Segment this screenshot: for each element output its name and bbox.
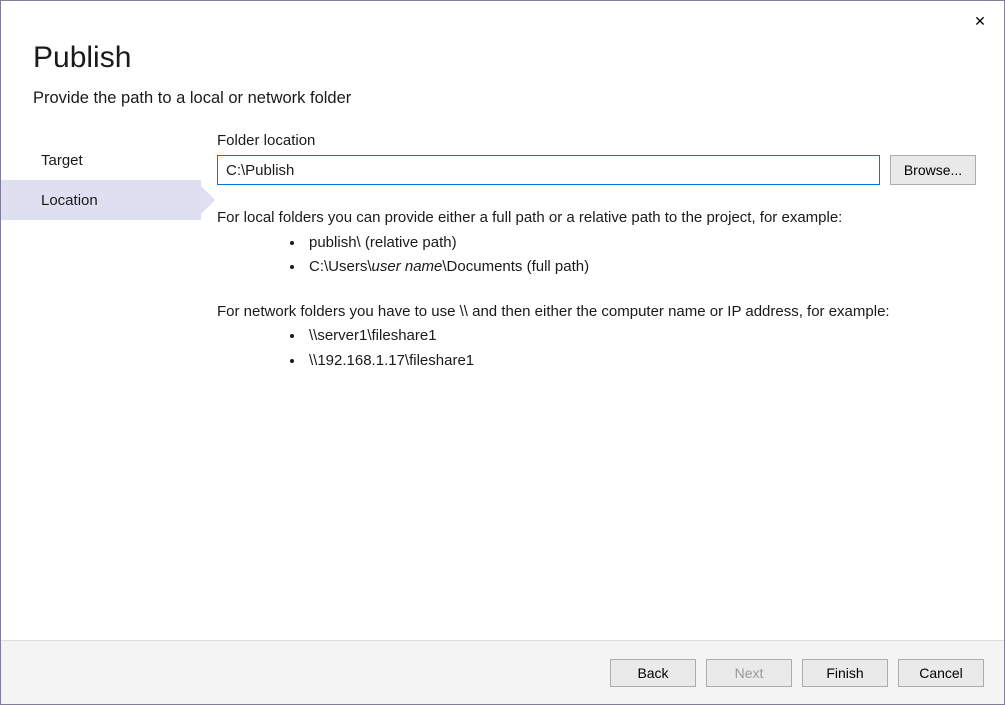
help-net-item: \\192.168.1.17\fileshare1	[305, 350, 976, 373]
cancel-button[interactable]: Cancel	[898, 659, 984, 687]
help-local-intro: For local folders you can provide either…	[217, 207, 976, 230]
sidebar-item-label: Target	[41, 152, 83, 169]
folder-location-label: Folder location	[217, 132, 976, 149]
browse-button[interactable]: Browse...	[890, 155, 976, 185]
next-button: Next	[706, 659, 792, 687]
help-net-list: \\server1\fileshare1 \\192.168.1.17\file…	[217, 325, 976, 372]
publish-dialog: ✕ Publish Provide the path to a local or…	[0, 0, 1005, 705]
dialog-footer: Back Next Finish Cancel	[1, 640, 1004, 704]
dialog-subtitle: Provide the path to a local or network f…	[33, 89, 972, 108]
sidebar-item-target[interactable]: Target	[1, 140, 201, 180]
help-net-intro: For network folders you have to use \\ a…	[217, 301, 976, 324]
close-button[interactable]: ✕	[966, 7, 994, 35]
dialog-body: Target Location Folder location Browse..…	[1, 126, 1004, 640]
help-net-item: \\server1\fileshare1	[305, 325, 976, 348]
help-local-item: C:\Users\user name\Documents (full path)	[305, 256, 976, 279]
wizard-sidebar: Target Location	[1, 126, 201, 640]
finish-button[interactable]: Finish	[802, 659, 888, 687]
close-icon: ✕	[974, 13, 986, 30]
help-text: For local folders you can provide either…	[217, 207, 976, 372]
sidebar-item-location[interactable]: Location	[1, 180, 201, 220]
folder-location-row: Browse...	[217, 155, 976, 185]
sidebar-item-label: Location	[41, 192, 98, 209]
wizard-main: Folder location Browse... For local fold…	[201, 126, 1004, 640]
help-local-list: publish\ (relative path) C:\Users\user n…	[217, 232, 976, 279]
dialog-header: Publish Provide the path to a local or n…	[1, 1, 1004, 126]
dialog-title: Publish	[33, 41, 972, 75]
folder-location-input[interactable]	[217, 155, 880, 185]
back-button[interactable]: Back	[610, 659, 696, 687]
help-local-item: publish\ (relative path)	[305, 232, 976, 255]
